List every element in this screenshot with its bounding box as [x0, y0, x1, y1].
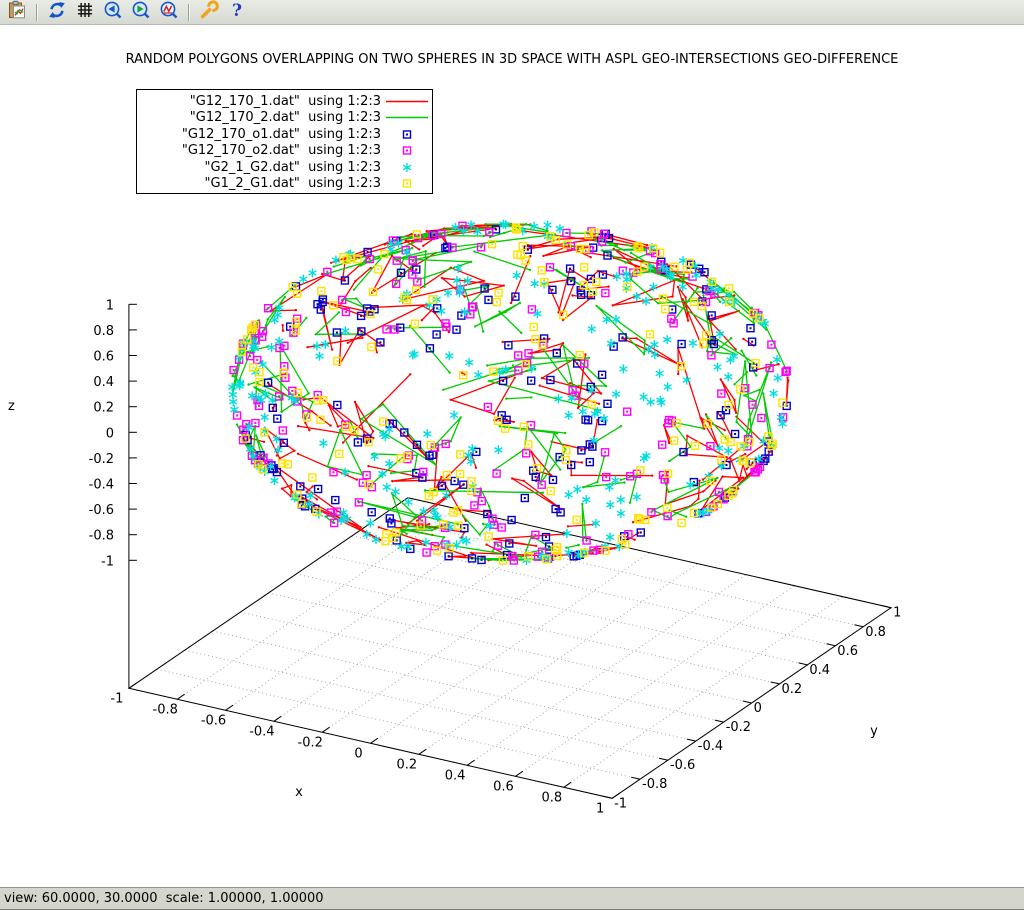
- x-tick-label: 1: [596, 801, 604, 816]
- z-tick-label: -0.6: [89, 503, 114, 518]
- z-tick-label: 0.2: [93, 401, 114, 416]
- legend-entry: "G1_2_G1.dat" using 1:2:3: [137, 176, 432, 193]
- status-view-scale-text: view: 60.0000, 30.0000 scale: 1.00000, 1…: [4, 891, 324, 906]
- y-tick-label: 0.4: [809, 663, 830, 678]
- legend-entry-label: "G12_170_1.dat" using 1:2:3: [137, 94, 381, 109]
- legend-sample: [381, 177, 432, 190]
- y-tick-label: -0.6: [670, 758, 695, 773]
- z-tick-label: 1: [106, 298, 114, 313]
- x-tick-label: 0.6: [493, 779, 514, 794]
- legend-entry: "G12_170_o2.dat" using 1:2:3: [137, 143, 432, 160]
- z-tick-label: 0.6: [93, 350, 114, 365]
- x-tick-label: 0.2: [396, 757, 417, 772]
- legend-sample: [381, 144, 432, 157]
- x-tick-label: -0.2: [298, 735, 323, 750]
- x-tick-label: -0.6: [201, 713, 226, 728]
- y-tick-label: 0: [754, 701, 762, 716]
- y-tick-label: -0.8: [642, 777, 667, 792]
- legend-entry-label: "G12_170_o2.dat" using 1:2:3: [137, 143, 381, 158]
- z-tick-label: -1: [101, 554, 114, 569]
- z-tick-label: -0.2: [89, 452, 114, 467]
- x-axis-label: x: [295, 785, 303, 800]
- legend-entry-label: "G1_2_G1.dat" using 1:2:3: [137, 176, 381, 191]
- x-tick-label: 0.4: [445, 768, 466, 783]
- legend-entry-label: "G12_170_2.dat" using 1:2:3: [137, 110, 381, 125]
- y-tick-label: -0.2: [726, 720, 751, 735]
- legend: "G12_170_1.dat" using 1:2:3"G12_170_2.da…: [136, 89, 433, 194]
- y-tick-label: 0.6: [837, 644, 858, 659]
- legend-sample: [381, 95, 432, 108]
- status-bar: view: 60.0000, 30.0000 scale: 1.00000, 1…: [0, 887, 1024, 910]
- y-tick-label: -0.4: [698, 739, 723, 754]
- z-tick-label: -0.8: [89, 529, 114, 544]
- y-tick-label: 1: [893, 606, 901, 621]
- y-tick-label: 0.2: [782, 682, 803, 697]
- legend-sample: [381, 161, 432, 174]
- legend-sample: [381, 128, 432, 141]
- x-tick-label: 0: [354, 746, 362, 761]
- y-tick-label: 0.8: [865, 625, 886, 640]
- z-tick-label: 0: [106, 426, 114, 441]
- x-tick-label: 0.8: [541, 790, 562, 805]
- legend-entry-label: "G2_1_G2.dat" using 1:2:3: [137, 160, 381, 175]
- legend-sample: [381, 111, 432, 124]
- y-tick-label: -1: [614, 796, 627, 811]
- legend-entry: "G12_170_2.dat" using 1:2:3: [137, 110, 432, 127]
- legend-entry: "G2_1_G2.dat" using 1:2:3: [137, 159, 432, 176]
- y-axis-label: y: [870, 724, 878, 739]
- z-tick-label: 0.8: [93, 324, 114, 339]
- z-tick-label: -0.4: [89, 478, 114, 493]
- x-tick-label: -0.8: [153, 702, 178, 717]
- legend-entry: "G12_170_1.dat" using 1:2:3: [137, 93, 432, 110]
- legend-entry-label: "G12_170_o1.dat" using 1:2:3: [137, 127, 381, 142]
- z-tick-label: 0.4: [93, 375, 114, 390]
- z-axis-label: z: [8, 399, 15, 414]
- x-tick-label: -0.4: [249, 724, 274, 739]
- x-tick-label: -1: [110, 691, 123, 706]
- legend-entry: "G12_170_o1.dat" using 1:2:3: [137, 126, 432, 143]
